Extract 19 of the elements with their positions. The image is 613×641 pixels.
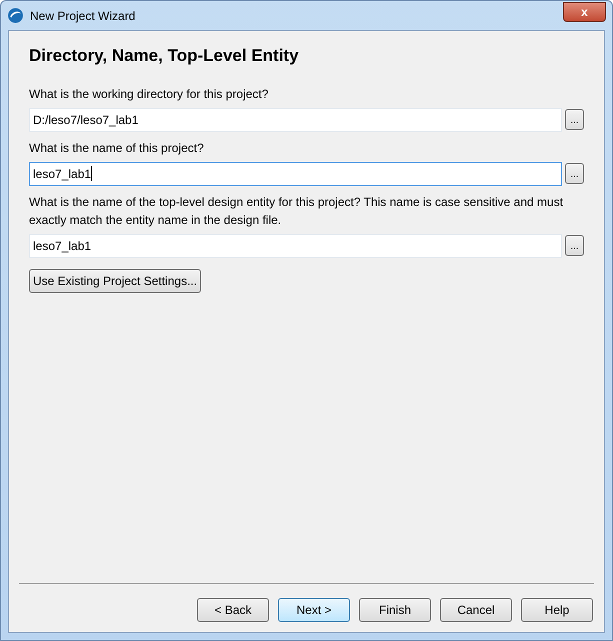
dialog-button[interactable]: Next > xyxy=(278,598,350,622)
input-field[interactable]: D:/leso7/leso7_lab1 xyxy=(29,108,562,132)
field-label: What is the working directory for this project? xyxy=(29,86,270,102)
window-title: New Project Wizard xyxy=(30,8,136,24)
browse-button[interactable]: ... xyxy=(565,163,584,184)
close-button[interactable]: x xyxy=(563,2,606,22)
input-field[interactable]: leso7_lab1 xyxy=(29,234,562,258)
page-heading: Directory, Name, Top-Level Entity xyxy=(29,45,300,67)
browse-button[interactable]: ... xyxy=(565,235,584,256)
field-label: What is the name of this project? xyxy=(29,140,205,156)
dialog-button[interactable]: Cancel xyxy=(440,598,512,622)
use-existing-settings-button[interactable]: Use Existing Project Settings... xyxy=(29,268,202,292)
dialog-button[interactable]: < Back xyxy=(197,598,269,622)
dialog-button[interactable]: Finish xyxy=(359,598,431,622)
browse-button[interactable]: ... xyxy=(565,109,584,130)
field-label: What is the name of the top-level design entity for this project? This name is case sensitive and must exactly match the entity name in the design file. xyxy=(29,194,564,228)
input-field[interactable]: leso7_lab1 xyxy=(29,162,562,186)
dialog-button[interactable]: Help xyxy=(521,598,593,622)
app-icon xyxy=(7,7,24,24)
